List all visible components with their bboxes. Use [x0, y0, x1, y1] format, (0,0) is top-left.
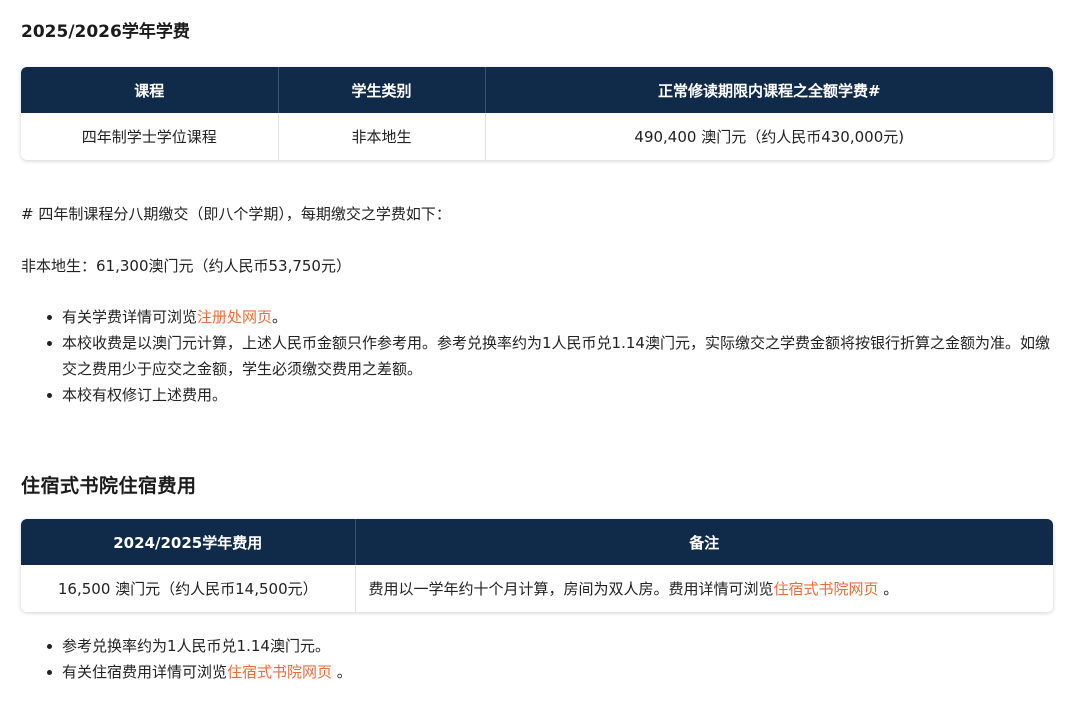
list-item: 本校收费是以澳门元计算，上述人民币金额只作参考用。参考兑换率约为1人民币兑1.1… — [47, 330, 1053, 382]
residential-college-link[interactable]: 住宿式书院网页 — [227, 663, 332, 681]
list-item: 有关学费详情可浏览注册处网页。 — [47, 304, 1053, 330]
column-header-remarks: 备注 — [355, 519, 1053, 565]
cell-full-tuition: 490,400 澳门元（约人民币430,000元) — [634, 128, 905, 146]
cell-program: 四年制学士学位课程 — [21, 113, 279, 160]
housing-notes-list: 参考兑换率约为1人民币兑1.14澳门元。 有关住宿费用详情可浏览住宿式书院网页 … — [21, 633, 1053, 685]
column-header-annual-fee: 2024/2025学年费用 — [21, 519, 356, 565]
tuition-notes-list: 有关学费详情可浏览注册处网页。 本校收费是以澳门元计算，上述人民币金额只作参考用… — [21, 304, 1053, 408]
list-item-text: 本校收费是以澳门元计算，上述人民币金额只作参考用。参考兑换率约为1人民币兑1.1… — [62, 334, 1050, 378]
tuition-table: 课程 学生类别 正常修读期限内课程之全额学费# 四年制学士学位课程 非本地生 4… — [21, 67, 1053, 160]
tuition-table-header-row: 课程 学生类别 正常修读期限内课程之全额学费# — [21, 67, 1053, 113]
housing-table-header-row: 2024/2025学年费用 备注 — [21, 519, 1053, 565]
tuition-heading: 2025/2026学年学费 — [21, 22, 190, 42]
nonlocal-installment-amount: 非本地生：61,300澳门元（约人民币53,750元） — [21, 257, 351, 275]
remarks-text: 费用以一学年约十个月计算，房间为双人房。费用详情可浏览 — [368, 580, 774, 598]
cell-annual-fee: 16,500 澳门元（约人民币14,500元） — [21, 565, 356, 612]
remarks-suffix: 。 — [878, 580, 899, 598]
column-header-program: 课程 — [21, 67, 279, 113]
list-item-text: 有关学费详情可浏览 — [62, 308, 198, 326]
cell-student-type: 非本地生 — [278, 113, 486, 160]
table-row: 四年制学士学位课程 非本地生 490,400 澳门元（约人民币430,000元) — [21, 113, 1053, 160]
list-item: 本校有权修订上述费用。 — [47, 382, 1053, 408]
housing-heading: 住宿式书院住宿费用 — [21, 475, 197, 497]
list-item-text: 本校有权修订上述费用。 — [62, 386, 228, 404]
list-item-text: 参考兑换率约为1人民币兑1.14澳门元。 — [62, 637, 330, 655]
list-item-text: 有关住宿费用详情可浏览 — [62, 663, 228, 681]
list-item: 参考兑换率约为1人民币兑1.14澳门元。 — [47, 633, 1053, 659]
list-item-suffix: 。 — [332, 663, 352, 681]
table-row: 16,500 澳门元（约人民币14,500元） 费用以一学年约十个月计算，房间为… — [21, 565, 1053, 612]
column-header-full-tuition: 正常修读期限内课程之全额学费# — [485, 67, 1053, 113]
cell-remarks: 费用以一学年约十个月计算，房间为双人房。费用详情可浏览住宿式书院网页 。 — [355, 565, 1053, 612]
list-item: 有关住宿费用详情可浏览住宿式书院网页 。 — [47, 659, 1053, 685]
list-item-suffix: 。 — [272, 308, 288, 326]
registry-page-link[interactable]: 注册处网页 — [197, 308, 272, 326]
installment-note: # 四年制课程分八期缴交（即八个学期），每期缴交之学费如下： — [21, 205, 451, 223]
residential-college-link[interactable]: 住宿式书院网页 — [774, 580, 879, 598]
column-header-student-type: 学生类别 — [278, 67, 486, 113]
housing-table: 2024/2025学年费用 备注 16,500 澳门元（约人民币14,500元）… — [21, 519, 1053, 612]
